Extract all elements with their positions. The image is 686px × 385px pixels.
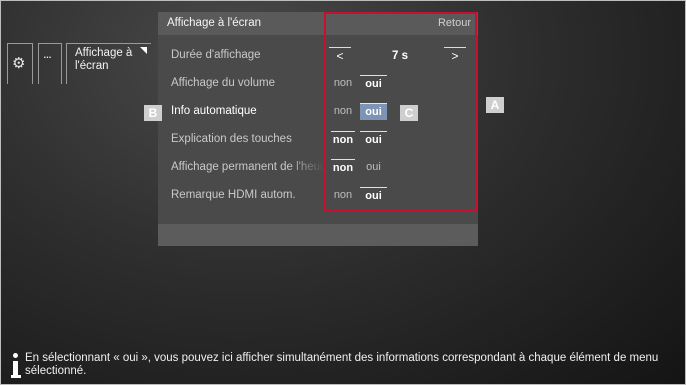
callout-b: B	[144, 105, 162, 121]
nav-more[interactable]: ...	[38, 43, 62, 84]
row-label: Remarque HDMI autom.	[171, 189, 296, 201]
panel-footer	[158, 224, 478, 246]
panel-title: Affichage à l'écran	[167, 17, 262, 29]
row-label: Info automatique	[171, 105, 257, 117]
label-fade	[288, 154, 324, 182]
nav-current-display[interactable]: Affichage à l'écran	[66, 43, 151, 84]
gear-icon: ⚙	[12, 55, 26, 72]
row-label: Explication des touches	[171, 133, 292, 145]
row-label: Durée d'affichage	[171, 49, 261, 61]
callout-c: C	[400, 105, 418, 121]
row-label: Affichage du volume	[171, 77, 275, 89]
nav-current-label: Affichage à l'écran	[75, 47, 133, 72]
info-icon	[11, 353, 21, 379]
callout-a: A	[486, 97, 504, 113]
nav-settings[interactable]: ⚙	[7, 43, 33, 84]
more-label: ...	[43, 46, 52, 61]
info-text: En sélectionnant « oui », vous pouvez ic…	[25, 352, 659, 377]
corner-marker-icon	[140, 47, 147, 54]
